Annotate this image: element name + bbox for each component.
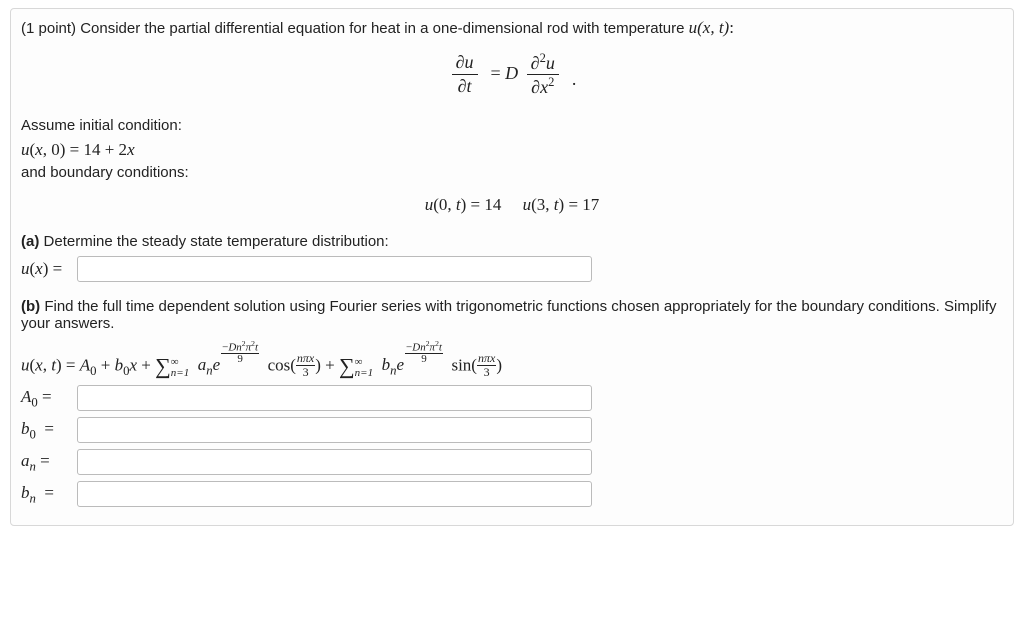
part-a-label: (a) [21, 233, 39, 250]
bc-equations: u(0, t) = 14 u(3, t) = 17 [21, 195, 1003, 215]
ux-input[interactable] [77, 256, 592, 282]
an-input[interactable] [77, 449, 592, 475]
ic-equation: u(x, 0) = 14 + 2x [21, 140, 1003, 160]
bc-left: u(0, t) = 14 [425, 195, 502, 214]
A0-label: A0 = [21, 387, 71, 410]
part-b-label: (b) [21, 298, 40, 315]
part-a: (a) Determine the steady state temperatu… [21, 233, 1003, 250]
part-b-text: Find the full time dependent solution us… [21, 298, 997, 332]
and-bc-label: and boundary conditions: [21, 164, 1003, 181]
points-label: (1 point) [21, 20, 76, 37]
b0-input[interactable] [77, 417, 592, 443]
answer-row-b0: b0 = [21, 417, 1003, 443]
b0-label: b0 = [21, 419, 71, 442]
pde-equation: ∂u ∂t = D ∂2u ∂x2 . [21, 51, 1003, 99]
part-a-text: Determine the steady state temperature d… [44, 233, 389, 250]
an-label: an = [21, 451, 71, 474]
A0-input[interactable] [77, 385, 592, 411]
answer-row-A0: A0 = [21, 385, 1003, 411]
part-b: (b) Find the full time dependent solutio… [21, 298, 1003, 332]
answer-row-ux: u(x) = [21, 256, 1003, 282]
answer-row-an: an = [21, 449, 1003, 475]
ux-label: u(x) = [21, 259, 71, 279]
colon: : [729, 18, 734, 37]
series-equation: u(x, t) = A0 + b0x + ∑∞n=1 ane−Dn2π2t9 c… [21, 340, 1003, 380]
assume-ic-label: Assume initial condition: [21, 117, 1003, 134]
question-container: (1 point) Consider the partial different… [10, 8, 1014, 526]
answer-row-bn: bn = [21, 481, 1003, 507]
bn-label: bn = [21, 483, 71, 506]
intro-text: Consider the partial differential equati… [80, 20, 688, 37]
bn-input[interactable] [77, 481, 592, 507]
bc-right: u(3, t) = 17 [523, 195, 600, 214]
u-xt: u(x, t) [689, 18, 730, 37]
question-intro: (1 point) Consider the partial different… [21, 15, 1003, 41]
